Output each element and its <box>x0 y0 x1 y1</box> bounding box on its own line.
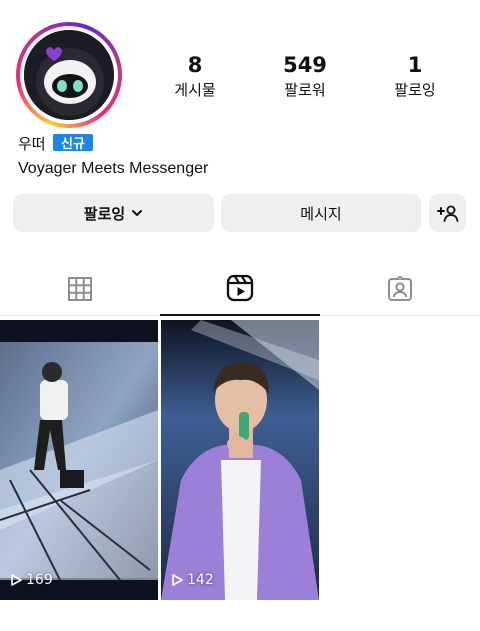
view-count-value: 142 <box>187 572 214 588</box>
message-button-label: 메시지 <box>300 204 342 223</box>
following-button-label: 팔로잉 <box>83 204 126 223</box>
message-button[interactable]: 메시지 <box>221 194 421 232</box>
robot-mascot-avatar-icon <box>24 30 114 120</box>
followers-label: 팔로워 <box>284 81 326 99</box>
add-user-button[interactable] <box>429 194 466 232</box>
reel-thumbnail <box>161 320 319 600</box>
reel-thumbnail <box>0 320 158 600</box>
tab-reels[interactable] <box>160 262 320 316</box>
profile-bio: Voyager Meets Messenger <box>18 160 209 177</box>
new-badge: 신규 <box>51 132 95 153</box>
reels-icon <box>226 274 254 302</box>
tab-posts-grid[interactable] <box>0 262 160 316</box>
following-count: 1 <box>407 53 423 77</box>
posts-count: 8 <box>187 53 203 77</box>
play-icon <box>11 574 22 586</box>
profile-avatar[interactable]: 신규 <box>16 22 122 153</box>
following-button[interactable]: 팔로잉 <box>13 194 214 232</box>
profile-name: 우떠 <box>18 135 46 153</box>
posts-stat[interactable]: 8 게시물 <box>140 52 250 102</box>
view-count-value: 169 <box>26 572 53 588</box>
tab-tagged[interactable] <box>320 262 480 316</box>
following-stat[interactable]: 1 팔로잉 <box>360 52 470 102</box>
view-count: 142 <box>171 572 214 588</box>
chevron-down-icon <box>132 210 143 216</box>
tagged-icon <box>388 276 412 301</box>
reel-tile[interactable]: 142 <box>161 320 319 600</box>
profile-stats: 8 게시물 549 팔로워 1 팔로잉 <box>140 52 470 112</box>
view-count: 169 <box>10 572 53 588</box>
posts-label: 게시물 <box>174 81 216 99</box>
profile-tabs <box>0 262 480 316</box>
person-add-icon <box>436 205 458 222</box>
following-label: 팔로잉 <box>394 81 436 99</box>
followers-count: 549 <box>283 53 327 77</box>
grid-icon <box>68 277 92 301</box>
reel-tile[interactable]: 169 <box>0 320 158 600</box>
followers-stat[interactable]: 549 팔로워 <box>250 52 360 102</box>
avatar <box>24 30 114 120</box>
play-icon <box>172 574 183 586</box>
